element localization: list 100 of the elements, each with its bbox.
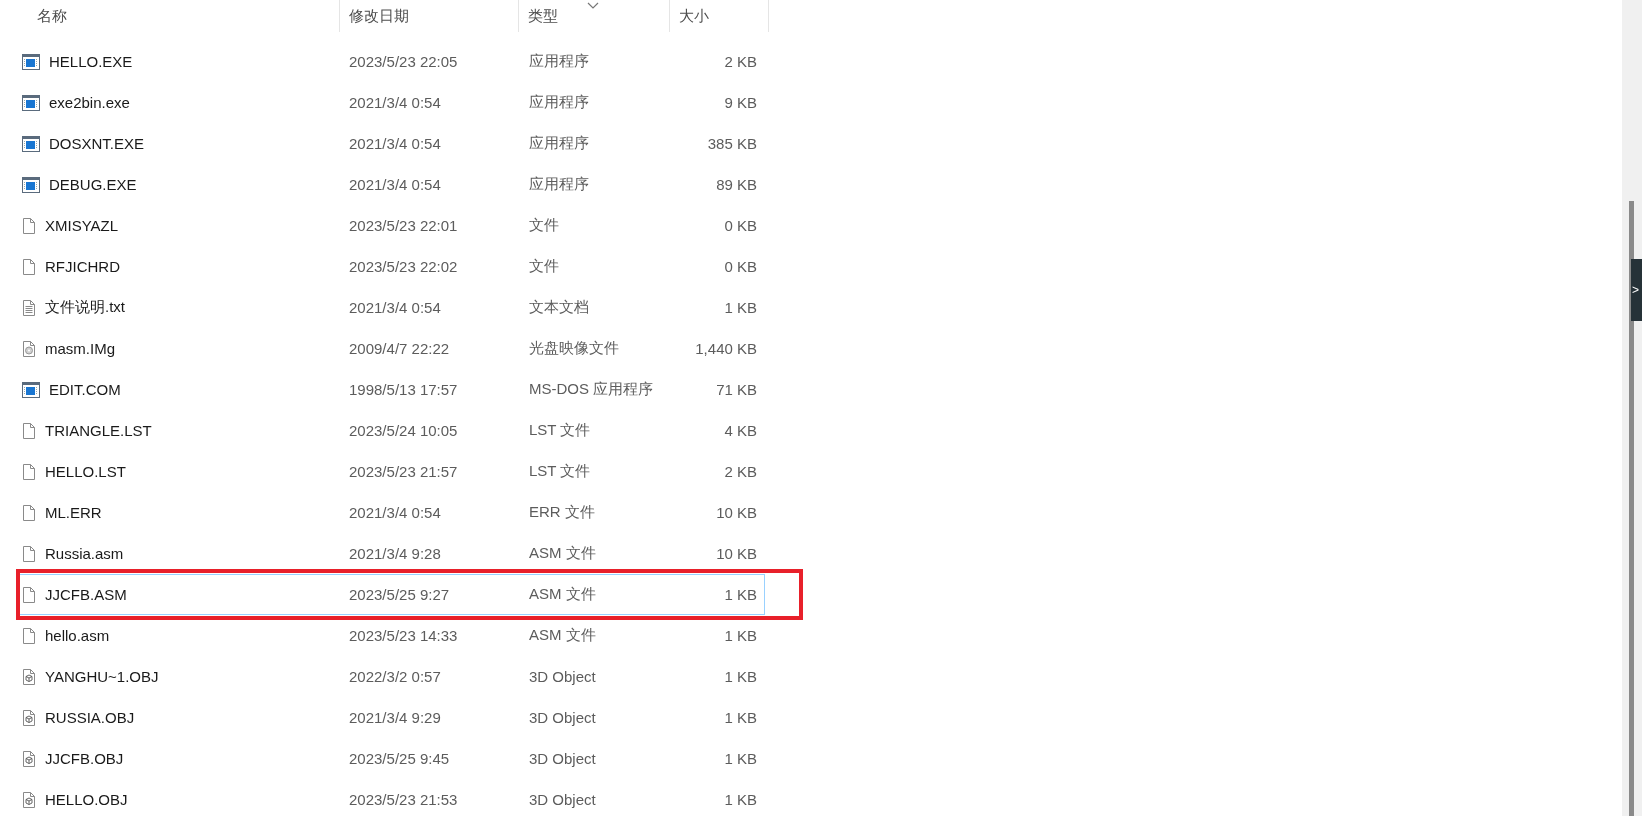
file-size: 0 KB	[723, 217, 758, 234]
file-size: 2 KB	[723, 53, 758, 70]
modified-date: 2023/5/25 9:45	[348, 750, 451, 767]
file-name: masm.IMg	[45, 340, 115, 357]
file-name: DEBUG.EXE	[49, 176, 137, 193]
file-row[interactable]: RUSSIA.OBJ 2021/3/4 9:29 3D Object 1 KB	[18, 697, 765, 738]
file-type: ERR 文件	[528, 503, 596, 522]
column-header[interactable]: 大小	[679, 6, 709, 26]
application-icon	[22, 176, 40, 193]
file-size: 385 KB	[706, 135, 758, 152]
file-row[interactable]: Russia.asm 2021/3/4 9:28 ASM 文件 10 KB	[18, 533, 765, 574]
application-icon	[22, 53, 40, 70]
cube-file-icon	[22, 750, 36, 767]
sort-caret-icon[interactable]	[587, 2, 599, 9]
file-row[interactable]: HELLO.EXE 2023/5/23 22:05 应用程序 2 KB	[18, 41, 765, 82]
application-icon	[22, 381, 40, 398]
file-size: 1 KB	[723, 750, 758, 767]
modified-date: 2023/5/25 9:27	[348, 586, 451, 603]
file-name: hello.asm	[45, 627, 110, 644]
file-size: 9 KB	[723, 94, 758, 111]
file-type: ASM 文件	[528, 626, 597, 645]
file-type: LST 文件	[528, 462, 592, 481]
modified-date: 2023/5/23 22:01	[348, 217, 459, 234]
file-name: exe2bin.exe	[49, 94, 130, 111]
file-row[interactable]: masm.IMg 2009/4/7 22:22 光盘映像文件 1,440 KB	[18, 328, 765, 369]
file-name: EDIT.COM	[49, 381, 121, 398]
file-row[interactable]: JJCFB.ASM 2023/5/25 9:27 ASM 文件 1 KB	[18, 574, 765, 615]
modified-date: 2023/5/23 22:02	[348, 258, 459, 275]
file-name: RUSSIA.OBJ	[45, 709, 135, 726]
modified-date: 2022/3/2 0:57	[348, 668, 442, 685]
file-row[interactable]: hello.asm 2023/5/23 14:33 ASM 文件 1 KB	[18, 615, 765, 656]
file-name: HELLO.EXE	[49, 53, 133, 70]
file-row[interactable]: DOSXNT.EXE 2021/3/4 0:54 应用程序 385 KB	[18, 123, 765, 164]
modified-date: 1998/5/13 17:57	[348, 381, 459, 398]
column-header[interactable]: 类型	[528, 6, 558, 26]
file-type: 文件	[528, 257, 560, 276]
cube-file-icon	[22, 668, 36, 685]
file-type: MS-DOS 应用程序	[528, 380, 655, 399]
modified-date: 2021/3/4 0:54	[348, 135, 442, 152]
file-name: HELLO.OBJ	[45, 791, 128, 808]
modified-date: 2021/3/4 0:54	[348, 94, 442, 111]
text-file-icon	[22, 299, 36, 316]
column-header[interactable]: 修改日期	[349, 6, 409, 26]
file-row[interactable]: exe2bin.exe 2021/3/4 0:54 应用程序 9 KB	[18, 82, 765, 123]
file-name: YANGHU~1.OBJ	[45, 668, 159, 685]
modified-date: 2023/5/24 10:05	[348, 422, 459, 439]
file-type: 应用程序	[528, 175, 590, 194]
file-name: XMISYAZL	[45, 217, 119, 234]
file-row[interactable]: ML.ERR 2021/3/4 0:54 ERR 文件 10 KB	[18, 492, 765, 533]
file-size: 4 KB	[723, 422, 758, 439]
file-size: 1 KB	[723, 299, 758, 316]
file-type: 3D Object	[528, 750, 597, 767]
file-row[interactable]: 文件说明.txt 2021/3/4 0:54 文本文档 1 KB	[18, 287, 765, 328]
file-icon	[22, 217, 36, 234]
file-row[interactable]: YANGHU~1.OBJ 2022/3/2 0:57 3D Object 1 KB	[18, 656, 765, 697]
file-type: 文本文档	[528, 298, 590, 317]
file-type: 应用程序	[528, 93, 590, 112]
file-size: 1 KB	[723, 791, 758, 808]
modified-date: 2021/3/4 0:54	[348, 176, 442, 193]
modified-date: 2009/4/7 22:22	[348, 340, 451, 357]
modified-date: 2023/5/23 21:53	[348, 791, 459, 808]
file-icon	[22, 258, 36, 275]
file-icon	[22, 504, 36, 521]
scrollbar-thumb[interactable]	[1629, 201, 1634, 816]
file-row[interactable]: DEBUG.EXE 2021/3/4 0:54 应用程序 89 KB	[18, 164, 765, 205]
file-size: 89 KB	[715, 176, 758, 193]
file-name: DOSXNT.EXE	[49, 135, 145, 152]
side-tab[interactable]: >	[1631, 259, 1642, 321]
file-name: ML.ERR	[45, 504, 102, 521]
file-row[interactable]: EDIT.COM 1998/5/13 17:57 MS-DOS 应用程序 71 KB	[18, 369, 765, 410]
column-header[interactable]: 名称	[37, 6, 67, 26]
file-row[interactable]: HELLO.OBJ 2023/5/23 21:53 3D Object 1 KB	[18, 779, 765, 816]
file-name: TRIANGLE.LST	[45, 422, 152, 439]
file-type: LST 文件	[528, 421, 592, 440]
file-type: 光盘映像文件	[528, 339, 620, 358]
file-row[interactable]: JJCFB.OBJ 2023/5/25 9:45 3D Object 1 KB	[18, 738, 765, 779]
file-size: 1 KB	[723, 668, 758, 685]
file-type: 文件	[528, 216, 560, 235]
file-size: 1 KB	[723, 586, 758, 603]
file-icon	[22, 627, 36, 644]
modified-date: 2023/5/23 21:57	[348, 463, 459, 480]
file-type: 3D Object	[528, 791, 597, 808]
file-row[interactable]: XMISYAZL 2023/5/23 22:01 文件 0 KB	[18, 205, 765, 246]
file-row[interactable]: RFJICHRD 2023/5/23 22:02 文件 0 KB	[18, 246, 765, 287]
disc-image-icon	[22, 340, 36, 357]
file-row[interactable]: TRIANGLE.LST 2023/5/24 10:05 LST 文件 4 KB	[18, 410, 765, 451]
file-type: ASM 文件	[528, 544, 597, 563]
file-type: 3D Object	[528, 709, 597, 726]
file-row[interactable]: HELLO.LST 2023/5/23 21:57 LST 文件 2 KB	[18, 451, 765, 492]
file-type: ASM 文件	[528, 585, 597, 604]
cube-file-icon	[22, 709, 36, 726]
modified-date: 2021/3/4 9:28	[348, 545, 442, 562]
file-size: 1,440 KB	[694, 340, 758, 357]
file-type: 3D Object	[528, 668, 597, 685]
file-type: 应用程序	[528, 134, 590, 153]
file-name: JJCFB.OBJ	[45, 750, 124, 767]
file-name: RFJICHRD	[45, 258, 120, 275]
modified-date: 2021/3/4 9:29	[348, 709, 442, 726]
file-size: 10 KB	[715, 504, 758, 521]
application-icon	[22, 94, 40, 111]
